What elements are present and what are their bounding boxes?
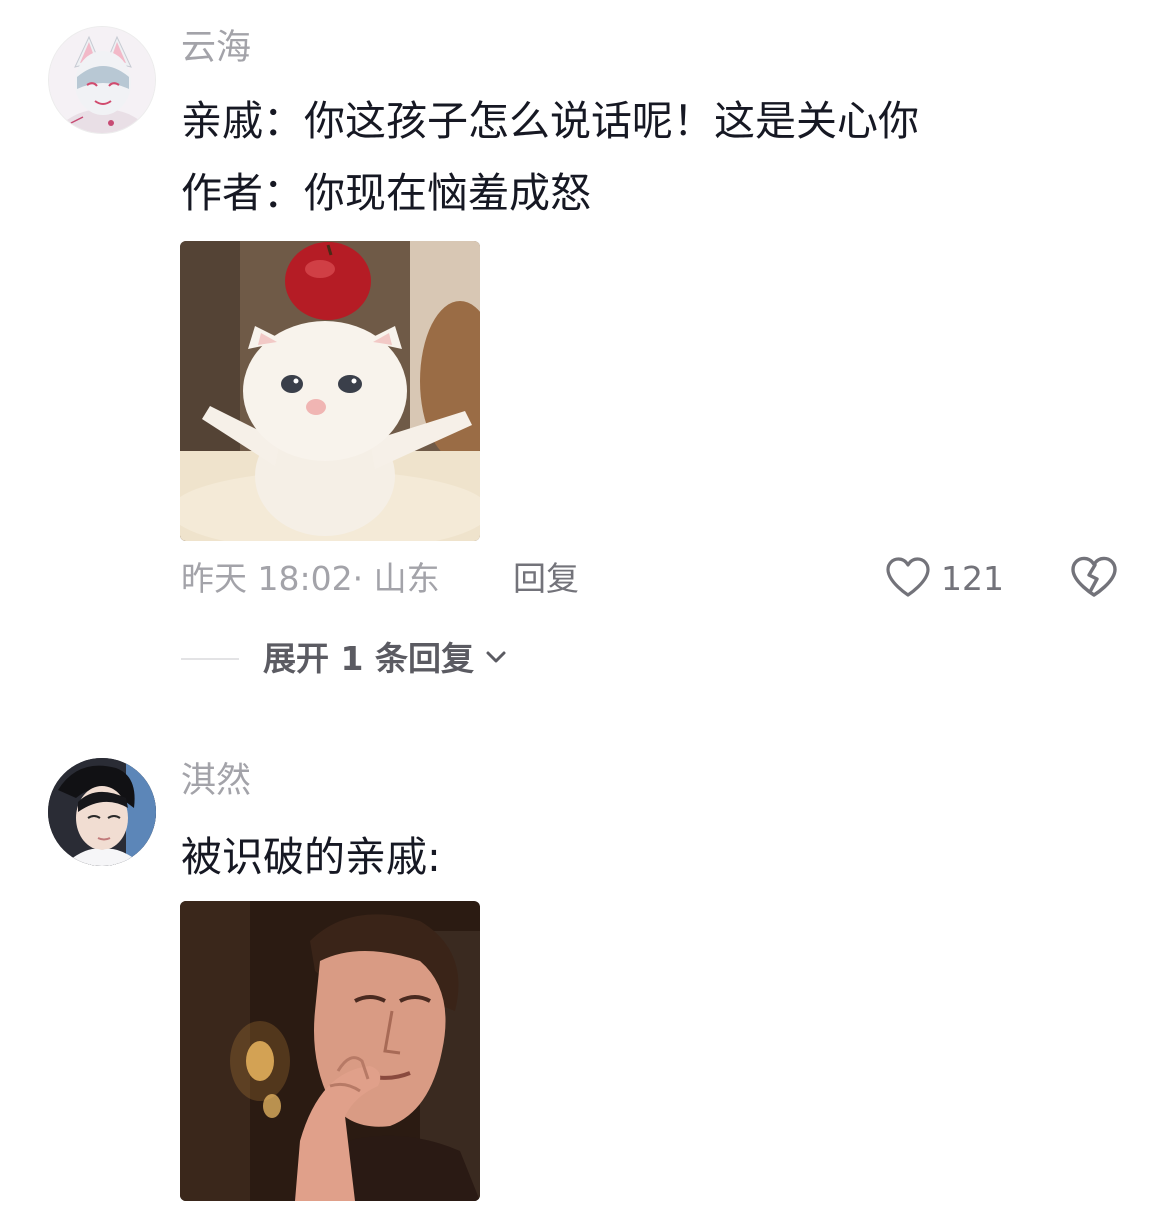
- expand-replies-button[interactable]: 展开 1 条回复: [181, 637, 508, 681]
- comment-meta-row: 昨天 18:02· 山东 回复 121: [181, 556, 1131, 602]
- man-thinking-sticker-image[interactable]: [180, 901, 480, 1201]
- comment-item: 云海 亲戚：你这孩子怎么说话呢！这是关心你 作者：你现在恼羞成怒 昨天 18:0…: [0, 0, 1169, 700]
- comment-text-line: 被识破的亲戚:: [181, 833, 441, 881]
- user-avatar[interactable]: [48, 26, 156, 134]
- comment-time-location: 昨天 18:02· 山东: [181, 559, 440, 598]
- expand-replies-label: 展开 1 条回复: [263, 639, 474, 678]
- like-button[interactable]: 121: [885, 556, 1004, 602]
- comment-username[interactable]: 淇然: [181, 760, 251, 802]
- comment-text-line: 亲戚：你这孩子怎么说话呢！这是关心你: [181, 97, 919, 145]
- heart-outline-icon: [885, 556, 931, 602]
- like-count: 121: [941, 559, 1004, 598]
- comment-item: 淇然 被识破的亲戚:: [0, 740, 1169, 1209]
- reply-button[interactable]: 回复: [513, 556, 579, 602]
- chevron-down-icon: [484, 649, 508, 669]
- dislike-button[interactable]: [1070, 556, 1118, 602]
- comment-username[interactable]: 云海: [181, 27, 251, 69]
- divider-line: [181, 658, 239, 660]
- user-avatar[interactable]: [48, 758, 156, 866]
- broken-heart-icon: [1070, 555, 1118, 603]
- kitten-sticker-image[interactable]: [180, 241, 480, 541]
- comment-text-line: 作者：你现在恼羞成怒: [181, 169, 591, 217]
